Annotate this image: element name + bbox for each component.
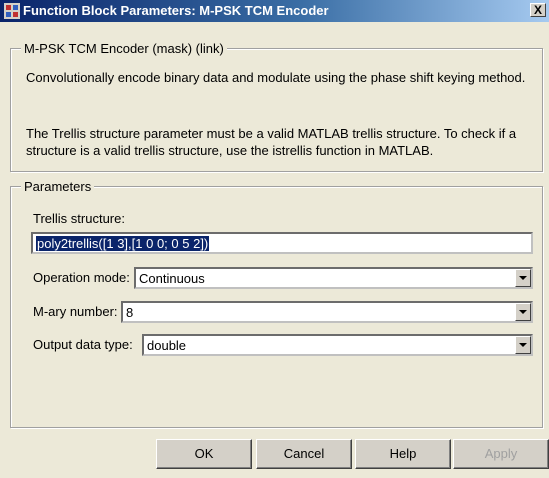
mask-help-text: The Trellis structure parameter must be … [26, 126, 517, 158]
window-title: Function Block Parameters: M-PSK TCM Enc… [23, 3, 329, 18]
operation-mode-label: Operation mode: [33, 270, 130, 285]
chevron-down-icon[interactable] [515, 336, 531, 354]
output-data-type-label: Output data type: [33, 337, 133, 352]
trellis-structure-label: Trellis structure: [33, 211, 125, 226]
operation-mode-select[interactable]: Continuous [134, 267, 533, 289]
chevron-down-icon[interactable] [515, 269, 531, 287]
simulink-block-icon [4, 3, 20, 19]
mask-description-text: Convolutionally encode binary data and m… [26, 70, 526, 85]
mary-number-label: M-ary number: [33, 304, 118, 319]
trellis-structure-field[interactable]: poly2trellis([1 3],[1 0 0; 0 5 2]) [31, 232, 533, 254]
dialog-window: Function Block Parameters: M-PSK TCM Enc… [0, 0, 549, 478]
close-button[interactable]: X [530, 3, 546, 17]
help-button[interactable]: Help [355, 439, 451, 469]
ok-button[interactable]: OK [156, 439, 252, 469]
mary-number-value: 8 [126, 305, 134, 320]
mask-description-group: M-PSK TCM Encoder (mask) (link) Convolut… [10, 41, 543, 172]
mary-number-select[interactable]: 8 [121, 301, 533, 323]
output-data-type-select[interactable]: double [142, 334, 533, 356]
trellis-structure-value: poly2trellis([1 3],[1 0 0; 0 5 2]) [36, 236, 210, 251]
title-bar[interactable]: Function Block Parameters: M-PSK TCM Enc… [0, 0, 549, 22]
operation-mode-value: Continuous [139, 271, 205, 286]
parameters-group-title: Parameters [21, 179, 95, 194]
chevron-down-icon[interactable] [515, 303, 531, 321]
mask-group-title: M-PSK TCM Encoder (mask) (link) [21, 41, 227, 56]
apply-button[interactable]: Apply [453, 439, 549, 469]
parameters-group: Parameters Trellis structure: poly2trell… [10, 179, 543, 428]
output-data-type-value: double [147, 338, 187, 353]
cancel-button[interactable]: Cancel [256, 439, 352, 469]
